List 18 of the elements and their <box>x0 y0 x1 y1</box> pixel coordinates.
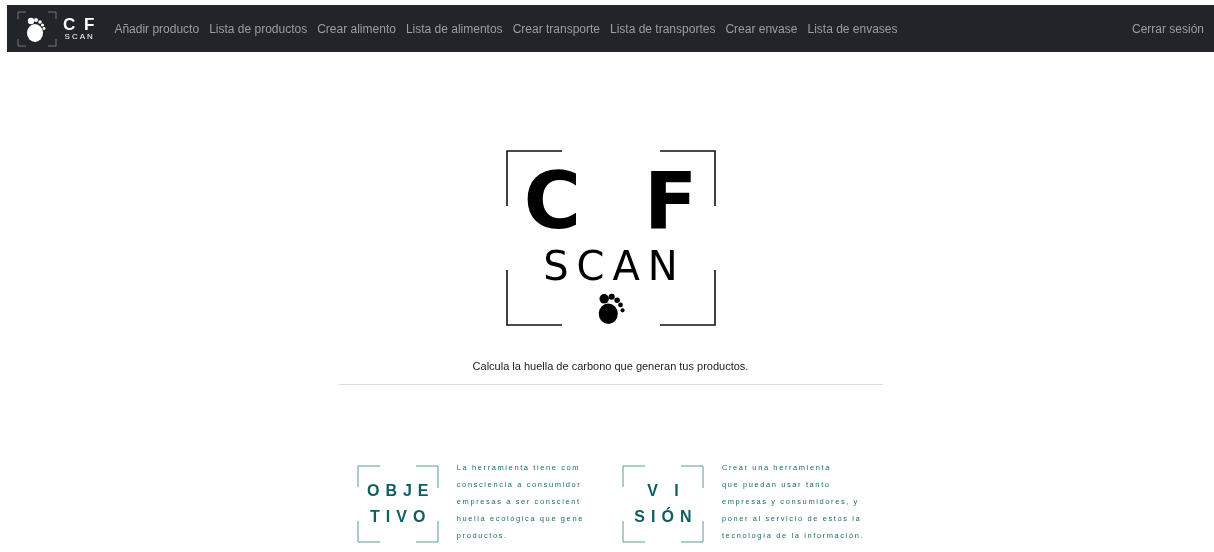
logout-link[interactable]: Cerrar sesión <box>1131 21 1204 36</box>
nav-link[interactable]: Lista de productos <box>209 21 308 36</box>
logo-subtitle: SCAN <box>542 246 686 286</box>
section-heading: V I SIÓN <box>621 465 704 543</box>
brand-title: C F <box>63 16 97 33</box>
nav-link[interactable]: Lista de envases <box>807 21 898 36</box>
nav-link[interactable]: Lista de alimentos <box>405 21 503 36</box>
brand-logo[interactable]: C F SCAN <box>17 10 97 47</box>
section-heading: OBJE TIVO <box>356 465 439 543</box>
footprint-icon <box>17 10 57 47</box>
nav-link[interactable]: Crear alimento <box>317 21 396 36</box>
nav-link[interactable]: Añadir producto <box>114 21 200 36</box>
nav-link[interactable]: Crear envase <box>725 21 798 36</box>
nav-link[interactable]: Lista de transportes <box>610 21 716 36</box>
tagline: Calcula la huella de carbono que generan tus productos. <box>472 360 749 372</box>
logo-title: C F <box>522 162 716 240</box>
brand-subtitle: SCAN <box>64 33 95 41</box>
nav-link[interactable]: Crear transporte <box>512 21 600 36</box>
